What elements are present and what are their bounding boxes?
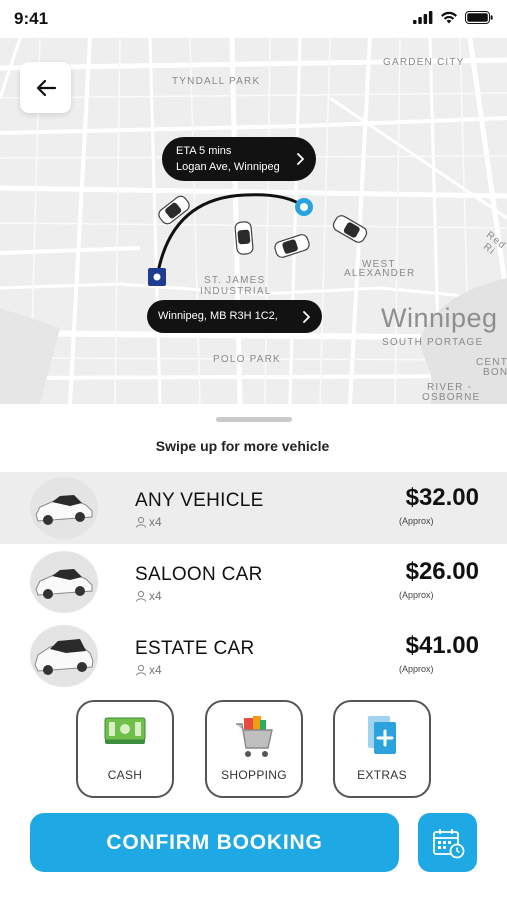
vehicle-capacity: x4: [135, 663, 162, 677]
shopping-cart-icon: [236, 716, 273, 757]
car-icon: [35, 569, 93, 599]
seat-count: x4: [149, 515, 162, 529]
destination-address: Winnipeg, MB R3H 1C2,: [158, 310, 278, 322]
vehicle-name: ANY VEHICLE: [135, 490, 264, 511]
wifi-icon: [441, 11, 457, 24]
map-label-st-james-industrial: INDUSTRIAL: [200, 286, 272, 297]
car-image: [30, 551, 98, 613]
car-marker-icon: [332, 215, 368, 243]
map-label-bon: BON: [483, 367, 507, 378]
price-approx-note: (Approx): [399, 590, 434, 600]
car-icon: [34, 639, 94, 675]
battery-icon: [465, 11, 493, 24]
map-label-tyndall-park: TYNDALL PARK: [172, 76, 261, 87]
map-label-polo-park: POLO PARK: [213, 354, 281, 365]
map-city-label: Winnipeg: [381, 303, 498, 333]
vehicle-row-estate[interactable]: ESTATE CAR x4 $41.00 (Approx): [0, 620, 507, 692]
car-marker-icon: [234, 221, 254, 255]
price-approx-note: (Approx): [399, 664, 434, 674]
extras-add-icon: [368, 716, 396, 754]
route-start-marker: [295, 198, 313, 216]
chevron-right-icon: [303, 310, 310, 323]
cash-option-button[interactable]: CASH: [76, 700, 174, 798]
extras-option-button[interactable]: EXTRAS: [333, 700, 431, 798]
vehicle-capacity: x4: [135, 515, 162, 529]
car-image: [30, 477, 98, 539]
option-label: CASH: [107, 768, 143, 782]
eta-time: ETA 5 mins: [176, 145, 232, 157]
seat-count: x4: [149, 589, 162, 603]
person-icon: [136, 664, 146, 676]
price-approx-note: (Approx): [399, 516, 434, 526]
signal-icon: [413, 11, 433, 24]
vehicle-capacity: x4: [135, 589, 162, 603]
calendar-clock-icon: [432, 828, 464, 858]
vehicle-name: SALOON CAR: [135, 564, 263, 585]
pickup-address: Logan Ave, Winnipeg: [176, 161, 280, 173]
vehicle-price: $26.00: [405, 558, 479, 585]
arrow-left-icon: [36, 79, 56, 96]
back-button[interactable]: [20, 62, 71, 113]
vehicle-row-saloon[interactable]: SALOON CAR x4 $26.00 (Approx): [0, 546, 507, 618]
shopping-option-button[interactable]: SHOPPING: [205, 700, 303, 798]
status-time: 9:41: [14, 9, 49, 28]
route-end-marker: [148, 268, 166, 286]
vehicle-price: $32.00: [405, 484, 479, 511]
chevron-right-icon: [297, 153, 304, 165]
eta-pickup-pill[interactable]: ETA 5 mins Logan Ave, Winnipeg: [162, 137, 316, 181]
vehicle-sheet: Swipe up for more vehicle ANY VEHICLE x4…: [0, 404, 507, 900]
option-label: SHOPPING: [221, 768, 287, 782]
person-icon: [136, 516, 146, 528]
car-marker-icon: [158, 195, 190, 225]
car-icon: [35, 495, 93, 525]
car-image: [30, 625, 98, 687]
vehicle-name: ESTATE CAR: [135, 638, 255, 659]
swipe-hint: Swipe up for more vehicle: [155, 438, 330, 454]
sheet-drag-handle[interactable]: [216, 417, 292, 422]
person-icon: [136, 590, 146, 602]
status-icons: [413, 11, 493, 24]
schedule-button[interactable]: [418, 813, 477, 872]
cash-icon: [104, 717, 146, 744]
map-label-st-james: ST. JAMES: [204, 275, 266, 286]
map-view[interactable]: TYNDALL PARK GARDEN CITY ST. JAMES INDUS…: [0, 38, 507, 404]
option-label: EXTRAS: [357, 768, 407, 782]
map-label-alexander: ALEXANDER: [344, 268, 416, 279]
map-label-garden-city: GARDEN CITY: [383, 57, 465, 68]
status-bar: 9:41: [0, 0, 507, 38]
confirm-booking-button[interactable]: CONFIRM BOOKING: [30, 813, 399, 872]
vehicle-row-any[interactable]: ANY VEHICLE x4 $32.00 (Approx): [0, 472, 507, 544]
vehicle-price: $41.00: [405, 632, 479, 659]
seat-count: x4: [149, 663, 162, 677]
destination-pill[interactable]: Winnipeg, MB R3H 1C2,: [147, 300, 322, 333]
map-label-osborne: OSBORNE: [422, 392, 481, 403]
map-label-south-portage: SOUTH PORTAGE: [382, 337, 484, 348]
car-marker-icon: [274, 234, 310, 258]
